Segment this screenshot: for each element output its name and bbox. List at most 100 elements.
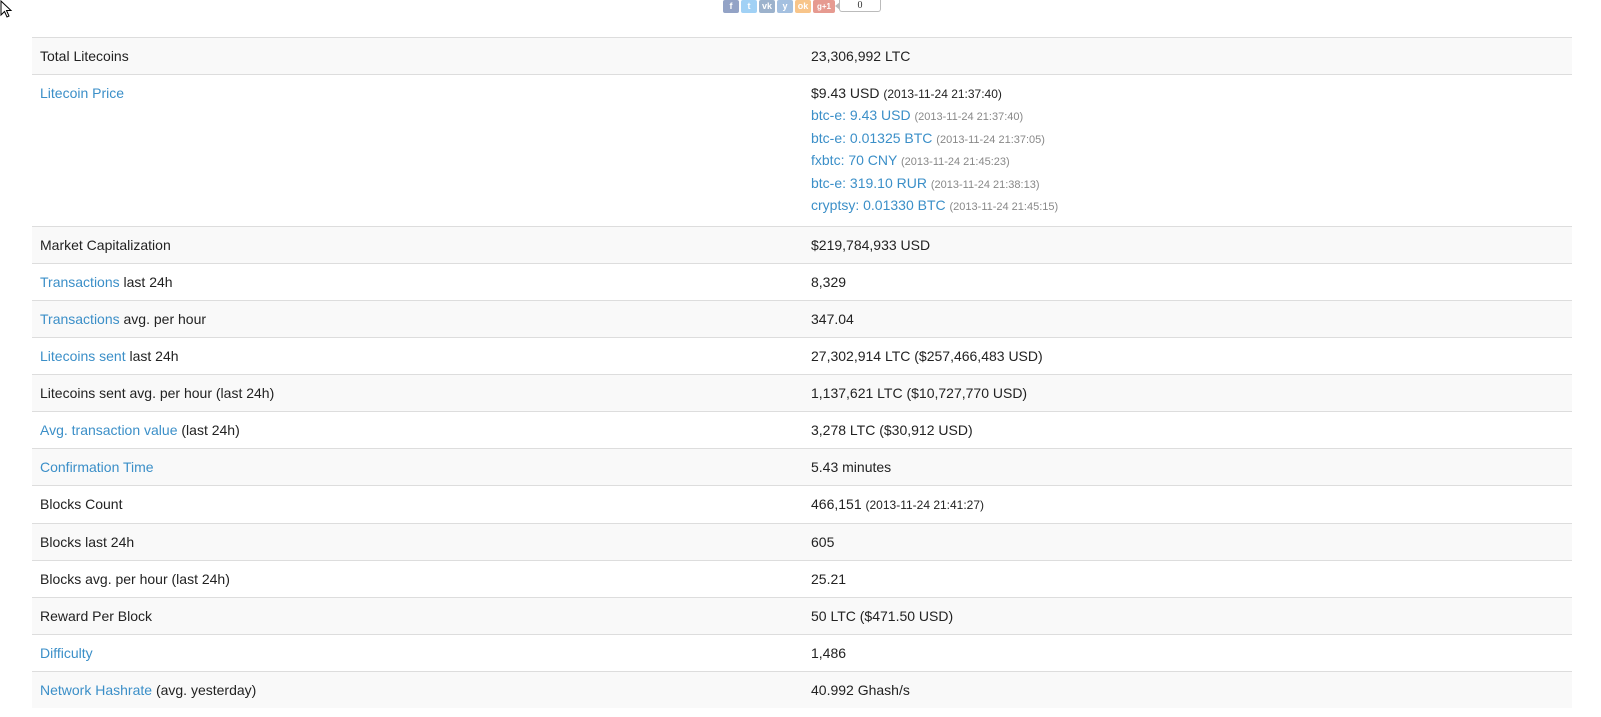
stat-value: 466,151 (2013-11-24 21:41:27) bbox=[803, 484, 1572, 524]
quote-link-btce-btc[interactable]: btc-e: 0.01325 BTC bbox=[811, 130, 932, 146]
yandex-share-icon[interactable]: y bbox=[777, 0, 793, 13]
gplus-share-icon[interactable]: g+1 bbox=[813, 0, 835, 13]
price-quote: btc-e: 9.43 USD (2013-11-24 21:37:40) bbox=[811, 105, 1564, 128]
stat-label: Network Hashrate (avg. yesterday) bbox=[32, 670, 803, 708]
quote-link-fxbtc-cny[interactable]: fxbtc: 70 CNY bbox=[811, 152, 897, 168]
label-suffix: (avg. yesterday) bbox=[155, 681, 257, 698]
quote-time: (2013-11-24 21:37:40) bbox=[914, 111, 1024, 123]
stat-value: $219,784,933 USD bbox=[803, 225, 1572, 264]
stat-value: 23,306,992 LTC bbox=[803, 37, 1572, 75]
mouse-cursor-icon bbox=[0, 0, 13, 18]
table-row: Litecoins sent avg. per hour (last 24h) … bbox=[32, 373, 1572, 412]
litecoin-price-link[interactable]: Litecoin Price bbox=[40, 85, 124, 101]
table-row: Difficulty 1,486 bbox=[32, 633, 1572, 672]
blocks-avg-value: 25.21 bbox=[811, 570, 847, 587]
stat-value: 50 LTC ($471.50 USD) bbox=[803, 596, 1572, 635]
stat-label: Avg. transaction value (last 24h) bbox=[32, 410, 803, 449]
facebook-share-icon[interactable]: f bbox=[723, 0, 739, 13]
stat-label: Blocks last 24h bbox=[32, 522, 803, 561]
stat-value: $9.43 USD (2013-11-24 21:37:40) btc-e: 9… bbox=[803, 74, 1572, 227]
twitter-share-icon[interactable]: t bbox=[741, 0, 757, 13]
table-row: Total Litecoins 23,306,992 LTC bbox=[32, 37, 1572, 75]
blocks-24h-label: Blocks last 24h bbox=[40, 533, 135, 550]
stat-value: 1,137,621 LTC ($10,727,770 USD) bbox=[803, 373, 1572, 412]
price-quote: btc-e: 0.01325 BTC (2013-11-24 21:37:05) bbox=[811, 128, 1564, 151]
sent-avg-label: Litecoins sent avg. per hour (last 24h) bbox=[40, 384, 275, 401]
hashrate-value: 40.992 Ghash/s bbox=[811, 681, 910, 698]
label-suffix: last 24h bbox=[123, 273, 173, 290]
label-suffix: (last 24h) bbox=[181, 421, 240, 438]
table-row: Blocks Count 466,151 (2013-11-24 21:41:2… bbox=[32, 484, 1572, 524]
price-main: $9.43 USD (2013-11-24 21:37:40) bbox=[811, 84, 1564, 104]
stat-label: Litecoins sent last 24h bbox=[32, 336, 803, 375]
quote-link-cryptsy-btc[interactable]: cryptsy: 0.01330 BTC bbox=[811, 197, 946, 213]
quote-time: (2013-11-24 21:45:15) bbox=[949, 201, 1059, 214]
stat-value: 27,302,914 LTC ($257,466,483 USD) bbox=[803, 336, 1572, 375]
table-row: Market Capitalization $219,784,933 USD bbox=[32, 225, 1572, 264]
sent-avg-value: 1,137,621 LTC ($10,727,770 USD) bbox=[811, 384, 1028, 401]
blocks-count-label: Blocks Count bbox=[40, 495, 123, 512]
market-cap-label: Market Capitalization bbox=[40, 236, 171, 253]
stat-value: 40.992 Ghash/s bbox=[803, 670, 1572, 708]
transactions-link[interactable]: Transactions bbox=[40, 311, 120, 327]
label-suffix: last 24h bbox=[129, 347, 179, 364]
network-hashrate-link[interactable]: Network Hashrate bbox=[40, 682, 152, 698]
stat-label: Litecoin Price bbox=[32, 74, 803, 227]
difficulty-value: 1,486 bbox=[811, 644, 847, 661]
blocks-count-time: (2013-11-24 21:41:27) bbox=[865, 497, 985, 512]
litecoins-sent-link[interactable]: Litecoins sent bbox=[40, 348, 126, 364]
price-quote: btc-e: 319.10 RUR (2013-11-24 21:38:13) bbox=[811, 173, 1564, 196]
table-row: Litecoin Price $9.43 USD (2013-11-24 21:… bbox=[32, 74, 1572, 227]
price-main-value: $9.43 USD bbox=[811, 85, 880, 101]
share-count: 0 bbox=[835, 0, 881, 12]
price-quote: fxbtc: 70 CNY (2013-11-24 21:45:23) bbox=[811, 150, 1564, 173]
blocks-avg-label: Blocks avg. per hour (last 24h) bbox=[40, 570, 230, 587]
quote-time: (2013-11-24 21:38:13) bbox=[930, 178, 1040, 191]
table-row: Blocks last 24h 605 bbox=[32, 522, 1572, 561]
odnoklassniki-share-icon[interactable]: ok bbox=[795, 0, 811, 13]
transactions-24h-value: 8,329 bbox=[811, 273, 847, 290]
share-bar: f t vk y ok g+1 0 bbox=[723, 0, 881, 14]
stat-value: 3,278 LTC ($30,912 USD) bbox=[803, 410, 1572, 449]
stat-label: Difficulty bbox=[32, 633, 803, 672]
stat-value: 605 bbox=[803, 522, 1572, 561]
quote-link-btce-rur[interactable]: btc-e: 319.10 RUR bbox=[811, 175, 927, 191]
stat-value: 347.04 bbox=[803, 299, 1572, 338]
table-row: Litecoins sent last 24h 27,302,914 LTC (… bbox=[32, 336, 1572, 375]
reward-value: 50 LTC ($471.50 USD) bbox=[811, 607, 954, 624]
table-row: Reward Per Block 50 LTC ($471.50 USD) bbox=[32, 596, 1572, 635]
table-row: Blocks avg. per hour (last 24h) 25.21 bbox=[32, 559, 1572, 598]
avg-transaction-value: 3,278 LTC ($30,912 USD) bbox=[811, 421, 973, 438]
confirmation-time-value: 5.43 minutes bbox=[811, 458, 892, 475]
stat-label: Reward Per Block bbox=[32, 596, 803, 635]
confirmation-time-link[interactable]: Confirmation Time bbox=[40, 459, 154, 475]
transactions-link[interactable]: Transactions bbox=[40, 274, 120, 290]
price-main-time: (2013-11-24 21:37:40) bbox=[883, 87, 1002, 101]
table-row: Transactions avg. per hour 347.04 bbox=[32, 299, 1572, 338]
price-quote: cryptsy: 0.01330 BTC (2013-11-24 21:45:1… bbox=[811, 195, 1564, 218]
table-row: Network Hashrate (avg. yesterday) 40.992… bbox=[32, 670, 1572, 708]
quote-time: (2013-11-24 21:37:05) bbox=[936, 133, 1045, 146]
litecoin-stats-table: Total Litecoins 23,306,992 LTC Litecoin … bbox=[32, 37, 1572, 708]
blocks-count-value: 466,151 bbox=[811, 495, 862, 512]
vk-share-icon[interactable]: vk bbox=[759, 0, 775, 13]
avg-transaction-value-link[interactable]: Avg. transaction value bbox=[40, 422, 178, 438]
stat-value: 1,486 bbox=[803, 633, 1572, 672]
transactions-avg-value: 347.04 bbox=[811, 310, 854, 327]
table-row: Confirmation Time 5.43 minutes bbox=[32, 447, 1572, 486]
total-litecoins-label: Total Litecoins bbox=[40, 48, 129, 64]
difficulty-link[interactable]: Difficulty bbox=[40, 645, 93, 661]
stat-label: Transactions avg. per hour bbox=[32, 299, 803, 338]
stat-label: Market Capitalization bbox=[32, 225, 803, 264]
quote-time: (2013-11-24 21:45:23) bbox=[901, 156, 1010, 169]
blocks-24h-value: 605 bbox=[811, 533, 835, 550]
stat-label: Litecoins sent avg. per hour (last 24h) bbox=[32, 373, 803, 412]
stat-label: Transactions last 24h bbox=[32, 262, 803, 301]
quote-link-btce-usd[interactable]: btc-e: 9.43 USD bbox=[811, 107, 911, 123]
stat-label: Confirmation Time bbox=[32, 447, 803, 486]
stat-value: 8,329 bbox=[803, 262, 1572, 301]
stat-value: 25.21 bbox=[803, 559, 1572, 598]
stat-label: Total Litecoins bbox=[32, 37, 803, 75]
table-row: Avg. transaction value (last 24h) 3,278 … bbox=[32, 410, 1572, 449]
reward-label: Reward Per Block bbox=[40, 607, 153, 624]
